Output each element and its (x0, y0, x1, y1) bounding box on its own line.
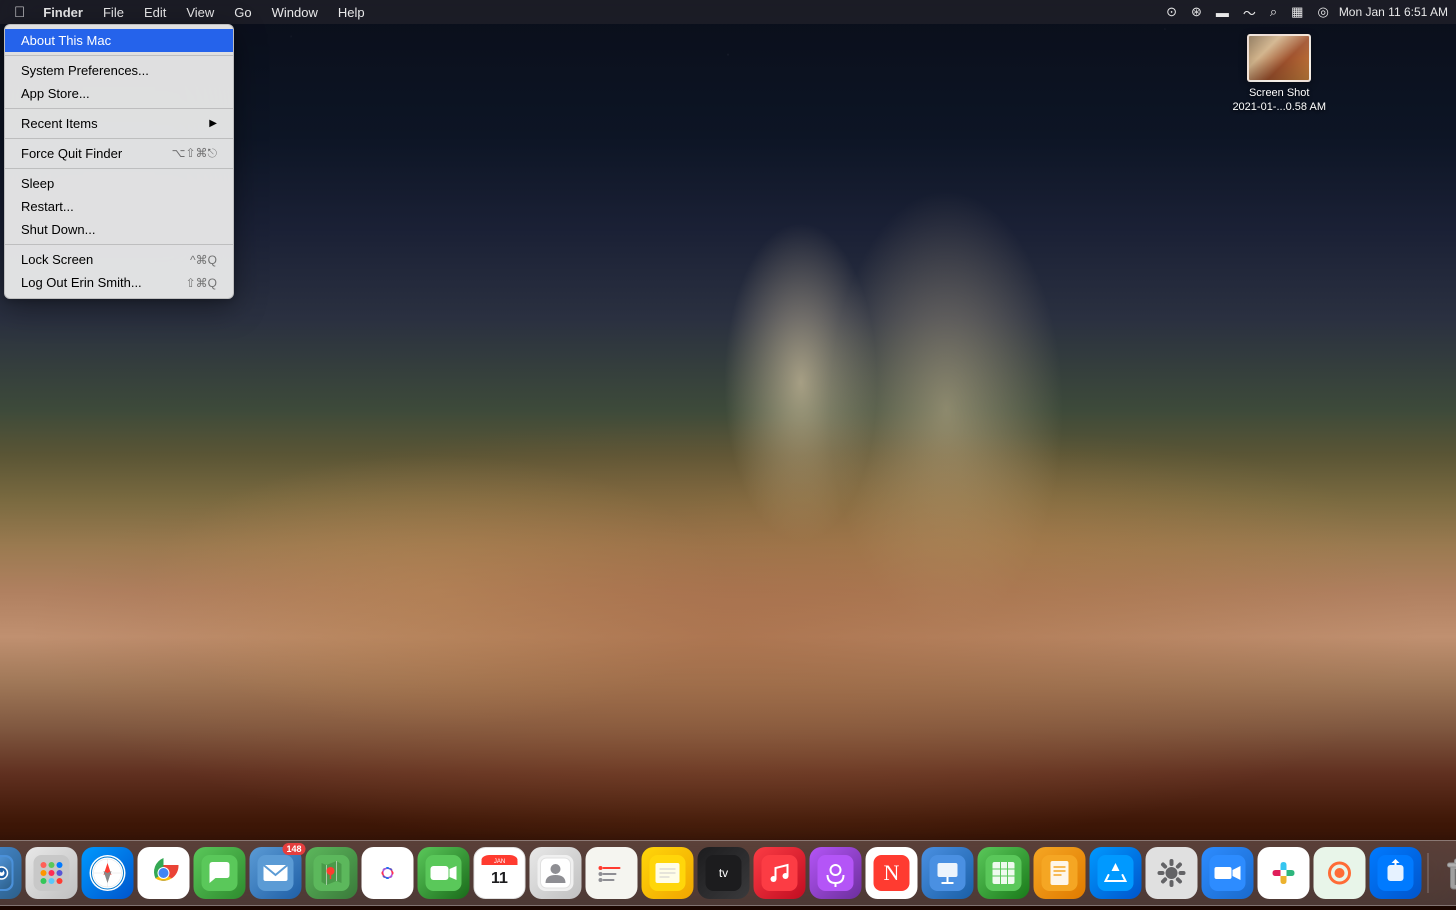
menu-item-restart-label: Restart... (21, 199, 74, 214)
svg-text:11: 11 (491, 870, 508, 887)
dock-app-finder[interactable] (0, 847, 22, 899)
svg-text:N: N (884, 860, 900, 885)
dock-app-numbers[interactable] (978, 847, 1030, 899)
menu-item-logout[interactable]: Log Out Erin Smith... ⇧⌘Q (5, 271, 233, 294)
dock-app-appletv[interactable]: tv (698, 847, 750, 899)
mail-badge: 148 (282, 843, 305, 855)
menubar-view[interactable]: View (178, 3, 222, 22)
menubar-file[interactable]: File (95, 3, 132, 22)
dock-app-photos[interactable] (362, 847, 414, 899)
screenshot-preview (1247, 34, 1311, 82)
menu-item-about-label: About This Mac (21, 33, 111, 48)
siri-icon[interactable]: ◎ (1313, 2, 1332, 22)
dock-app-reeder[interactable] (1314, 847, 1366, 899)
menu-item-restart[interactable]: Restart... (5, 195, 233, 218)
menubar:  Finder File Edit View Go Window Help ⊙… (0, 0, 1456, 24)
recent-items-arrow-icon: ▶ (209, 118, 217, 129)
menubar-edit[interactable]: Edit (136, 3, 174, 22)
dock-app-syspreferences[interactable] (1146, 847, 1198, 899)
menu-separator-4 (5, 168, 233, 169)
menubar-window[interactable]: Window (264, 3, 326, 22)
dock-app-calendar[interactable]: JAN 11 (474, 847, 526, 899)
menu-separator-2 (5, 108, 233, 109)
menubar-left:  Finder File Edit View Go Window Help (8, 2, 373, 23)
menubar-right: ⊙ ⊛ ▬ 〜 ⌕ ▦ ◎ Mon Jan 11 6:51 AM (1162, 1, 1448, 24)
screenshot-thumbnail[interactable]: Screen Shot 2021-01-...0.58 AM (1232, 34, 1326, 115)
menu-separator-3 (5, 138, 233, 139)
dock-app-reminders[interactable] (586, 847, 638, 899)
menu-item-force-quit[interactable]: Force Quit Finder ⌥⇧⌘⎋ (5, 142, 233, 165)
dock-app-keynote[interactable] (922, 847, 974, 899)
menu-item-shutdown-label: Shut Down... (21, 222, 95, 237)
search-icon[interactable]: ⌕ (1266, 2, 1281, 22)
dock-app-launchpad[interactable] (26, 847, 78, 899)
dock-app-slack[interactable] (1258, 847, 1310, 899)
dock-app-messages[interactable] (194, 847, 246, 899)
dock-app-music[interactable] (754, 847, 806, 899)
dock-app-contacts[interactable] (530, 847, 582, 899)
dock-app-maps[interactable] (306, 847, 358, 899)
menu-item-about[interactable]: About This Mac (5, 29, 233, 52)
dock-app-trash[interactable] (1435, 847, 1456, 899)
airplay-icon[interactable]: ⊙ (1162, 2, 1181, 22)
menu-item-sleep-label: Sleep (21, 176, 54, 191)
menu-separator-5 (5, 244, 233, 245)
svg-text:tv: tv (719, 866, 728, 880)
dock-separator (1428, 853, 1429, 893)
svg-text:JAN: JAN (494, 859, 505, 865)
menubar-go[interactable]: Go (226, 3, 259, 22)
menu-item-lock-screen[interactable]: Lock Screen ^⌘Q (5, 248, 233, 271)
menubar-finder[interactable]: Finder (35, 3, 91, 22)
menu-item-sysprefs-label: System Preferences... (21, 63, 149, 78)
dock-app-notes[interactable] (642, 847, 694, 899)
dock-app-pages[interactable] (1034, 847, 1086, 899)
screentime-icon[interactable]: ▦ (1287, 2, 1307, 22)
menu-item-logout-label: Log Out Erin Smith... (21, 275, 142, 290)
lock-screen-shortcut: ^⌘Q (190, 253, 217, 267)
dock-app-chrome[interactable] (138, 847, 190, 899)
menu-item-appstore[interactable]: App Store... (5, 82, 233, 105)
force-quit-shortcut: ⌥⇧⌘⎋ (172, 146, 217, 161)
menubar-datetime: Mon Jan 11 6:51 AM (1339, 5, 1448, 19)
menu-item-sysprefs[interactable]: System Preferences... (5, 59, 233, 82)
screenshot-label: Screen Shot 2021-01-...0.58 AM (1232, 86, 1326, 115)
dock-app-yoink[interactable] (1370, 847, 1422, 899)
dock: 148 (0, 840, 1456, 906)
dock-app-zoom[interactable] (1202, 847, 1254, 899)
apple-menu-trigger[interactable]:  (8, 2, 31, 23)
menu-item-shutdown[interactable]: Shut Down... (5, 218, 233, 241)
menu-item-recent-items[interactable]: Recent Items ▶ (5, 112, 233, 135)
dock-app-mail[interactable]: 148 (250, 847, 302, 899)
menu-item-recent-items-label: Recent Items (21, 116, 98, 131)
dock-app-safari[interactable] (82, 847, 134, 899)
dock-app-facetime[interactable] (418, 847, 470, 899)
dock-app-news[interactable]: N (866, 847, 918, 899)
dock-app-podcasts[interactable] (810, 847, 862, 899)
menu-separator-1 (5, 55, 233, 56)
menu-item-lock-screen-label: Lock Screen (21, 252, 93, 267)
wifi-icon[interactable]: 〜 (1239, 1, 1260, 24)
menu-item-sleep[interactable]: Sleep (5, 172, 233, 195)
menubar-help[interactable]: Help (330, 3, 373, 22)
menu-item-appstore-label: App Store... (21, 86, 90, 101)
battery-icon[interactable]: ▬ (1212, 3, 1233, 22)
bluetooth-icon[interactable]: ⊛ (1187, 2, 1206, 22)
logout-shortcut: ⇧⌘Q (186, 276, 217, 290)
menu-item-force-quit-label: Force Quit Finder (21, 146, 122, 161)
apple-menu-dropdown: About This Mac System Preferences... App… (4, 24, 234, 299)
dock-app-appstore[interactable] (1090, 847, 1142, 899)
